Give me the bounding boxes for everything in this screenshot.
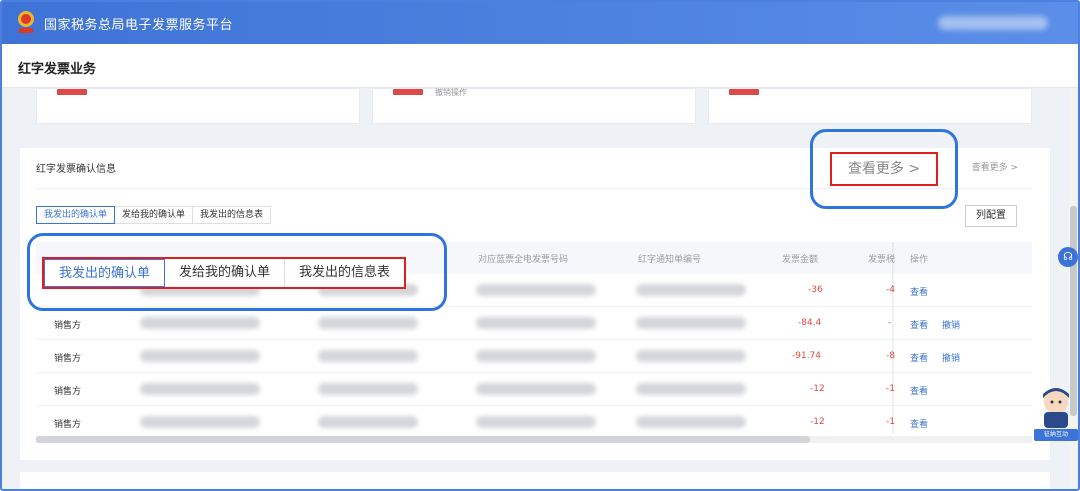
revoke-link[interactable]: 撤销 xyxy=(942,318,960,331)
column-header-blue-invoice-number: 对应蓝票全电发票号码 xyxy=(478,255,569,265)
seller-cell: 销售方 xyxy=(54,420,82,430)
table-row: 销售方 -84.4 - 查看 撤销 xyxy=(36,307,1032,340)
page-title: 红字发票业务 xyxy=(18,62,97,77)
horizontal-scroll-thumb[interactable] xyxy=(36,436,810,443)
summary-card-1[interactable] xyxy=(36,88,360,124)
highlight-circle-tabs xyxy=(27,233,447,311)
view-link[interactable]: 查看 xyxy=(910,318,928,331)
seller-cell: 销售方 xyxy=(54,354,82,364)
next-section-card xyxy=(20,472,1050,489)
column-header-red-notice-number: 红字通知单编号 xyxy=(638,255,702,265)
blurred-cell xyxy=(636,350,746,362)
view-link[interactable]: 查看 xyxy=(910,351,928,364)
column-header-actions: 操作 xyxy=(910,255,929,265)
amount-cell: -12 xyxy=(810,384,825,394)
column-header-invoice-tax: 发票税 xyxy=(868,255,896,265)
blurred-cell xyxy=(140,416,260,428)
red-badge-icon xyxy=(393,89,423,95)
summary-card-text: 撤销操作 xyxy=(435,88,467,97)
page-header: 红字发票业务 xyxy=(2,44,1078,88)
fixed-column-shadow xyxy=(892,242,895,434)
tab-my-issued-confirmations[interactable]: 我发出的确认单 xyxy=(36,206,116,224)
assistant-label[interactable]: 征纳互动 xyxy=(1034,429,1078,441)
table-row: 销售方 -91.74 -8 查看 撤销 xyxy=(36,340,1032,373)
red-badge-icon xyxy=(57,89,87,95)
amount-cell: -12 xyxy=(810,417,825,427)
column-config-button[interactable]: 列配置 xyxy=(965,205,1017,227)
summary-card-2[interactable]: 撤销操作 xyxy=(372,88,696,124)
blurred-cell xyxy=(318,350,418,362)
table-row: 销售方 -12 -1 查看 xyxy=(36,373,1032,406)
platform-title: 国家税务总局电子发票服务平台 xyxy=(44,18,234,33)
blurred-cell xyxy=(140,317,260,329)
seller-cell: 销售方 xyxy=(54,321,82,331)
headset-icon[interactable]: ☊ xyxy=(1058,247,1078,267)
amount-cell: -91.74 xyxy=(792,351,822,361)
blurred-cell xyxy=(476,383,596,395)
amount-cell: -36 xyxy=(808,285,823,295)
red-badge-icon xyxy=(729,89,759,95)
blurred-cell xyxy=(476,317,596,329)
blurred-cell xyxy=(318,383,418,395)
seller-cell: 销售方 xyxy=(54,387,82,397)
summary-card-3[interactable] xyxy=(708,88,1032,124)
blurred-cell xyxy=(476,350,596,362)
blurred-cell xyxy=(318,416,418,428)
view-link[interactable]: 查看 xyxy=(910,285,928,298)
horizontal-scrollbar[interactable] xyxy=(36,436,1032,443)
blurred-cell xyxy=(318,317,418,329)
amount-cell: -84.4 xyxy=(798,318,822,328)
blurred-cell xyxy=(636,416,746,428)
user-info-blurred[interactable] xyxy=(938,16,1048,30)
view-more-link[interactable]: 查看更多 > xyxy=(972,160,1018,173)
blurred-cell xyxy=(476,416,596,428)
blurred-cell xyxy=(476,284,596,296)
blurred-cell xyxy=(140,350,260,362)
column-header-invoice-amount: 发票金额 xyxy=(782,255,819,265)
view-link[interactable]: 查看 xyxy=(910,384,928,397)
blurred-cell xyxy=(636,284,746,296)
blurred-cell xyxy=(636,383,746,395)
tab-my-issued-info-sheets[interactable]: 我发出的信息表 xyxy=(192,206,272,224)
tab-received-confirmations[interactable]: 发给我的确认单 xyxy=(114,206,194,224)
blurred-cell xyxy=(636,317,746,329)
table-row: 销售方 -12 -1 查看 xyxy=(36,406,1032,439)
panel-title: 红字发票确认信息 xyxy=(36,164,116,175)
view-link[interactable]: 查看 xyxy=(910,417,928,430)
tab-bar: 我发出的确认单 发给我的确认单 我发出的信息表 xyxy=(36,206,272,224)
tax-cell: - xyxy=(888,318,892,328)
tax-emblem-icon xyxy=(18,11,34,33)
blurred-cell xyxy=(140,383,260,395)
app-frame: 国家税务总局电子发票服务平台 红字发票业务 撤销操作 红字发票确认信息 查看更多… xyxy=(0,0,1080,491)
highlight-circle-view-more xyxy=(810,129,958,209)
top-header-bar: 国家税务总局电子发票服务平台 xyxy=(2,2,1078,44)
revoke-link[interactable]: 撤销 xyxy=(942,351,960,364)
